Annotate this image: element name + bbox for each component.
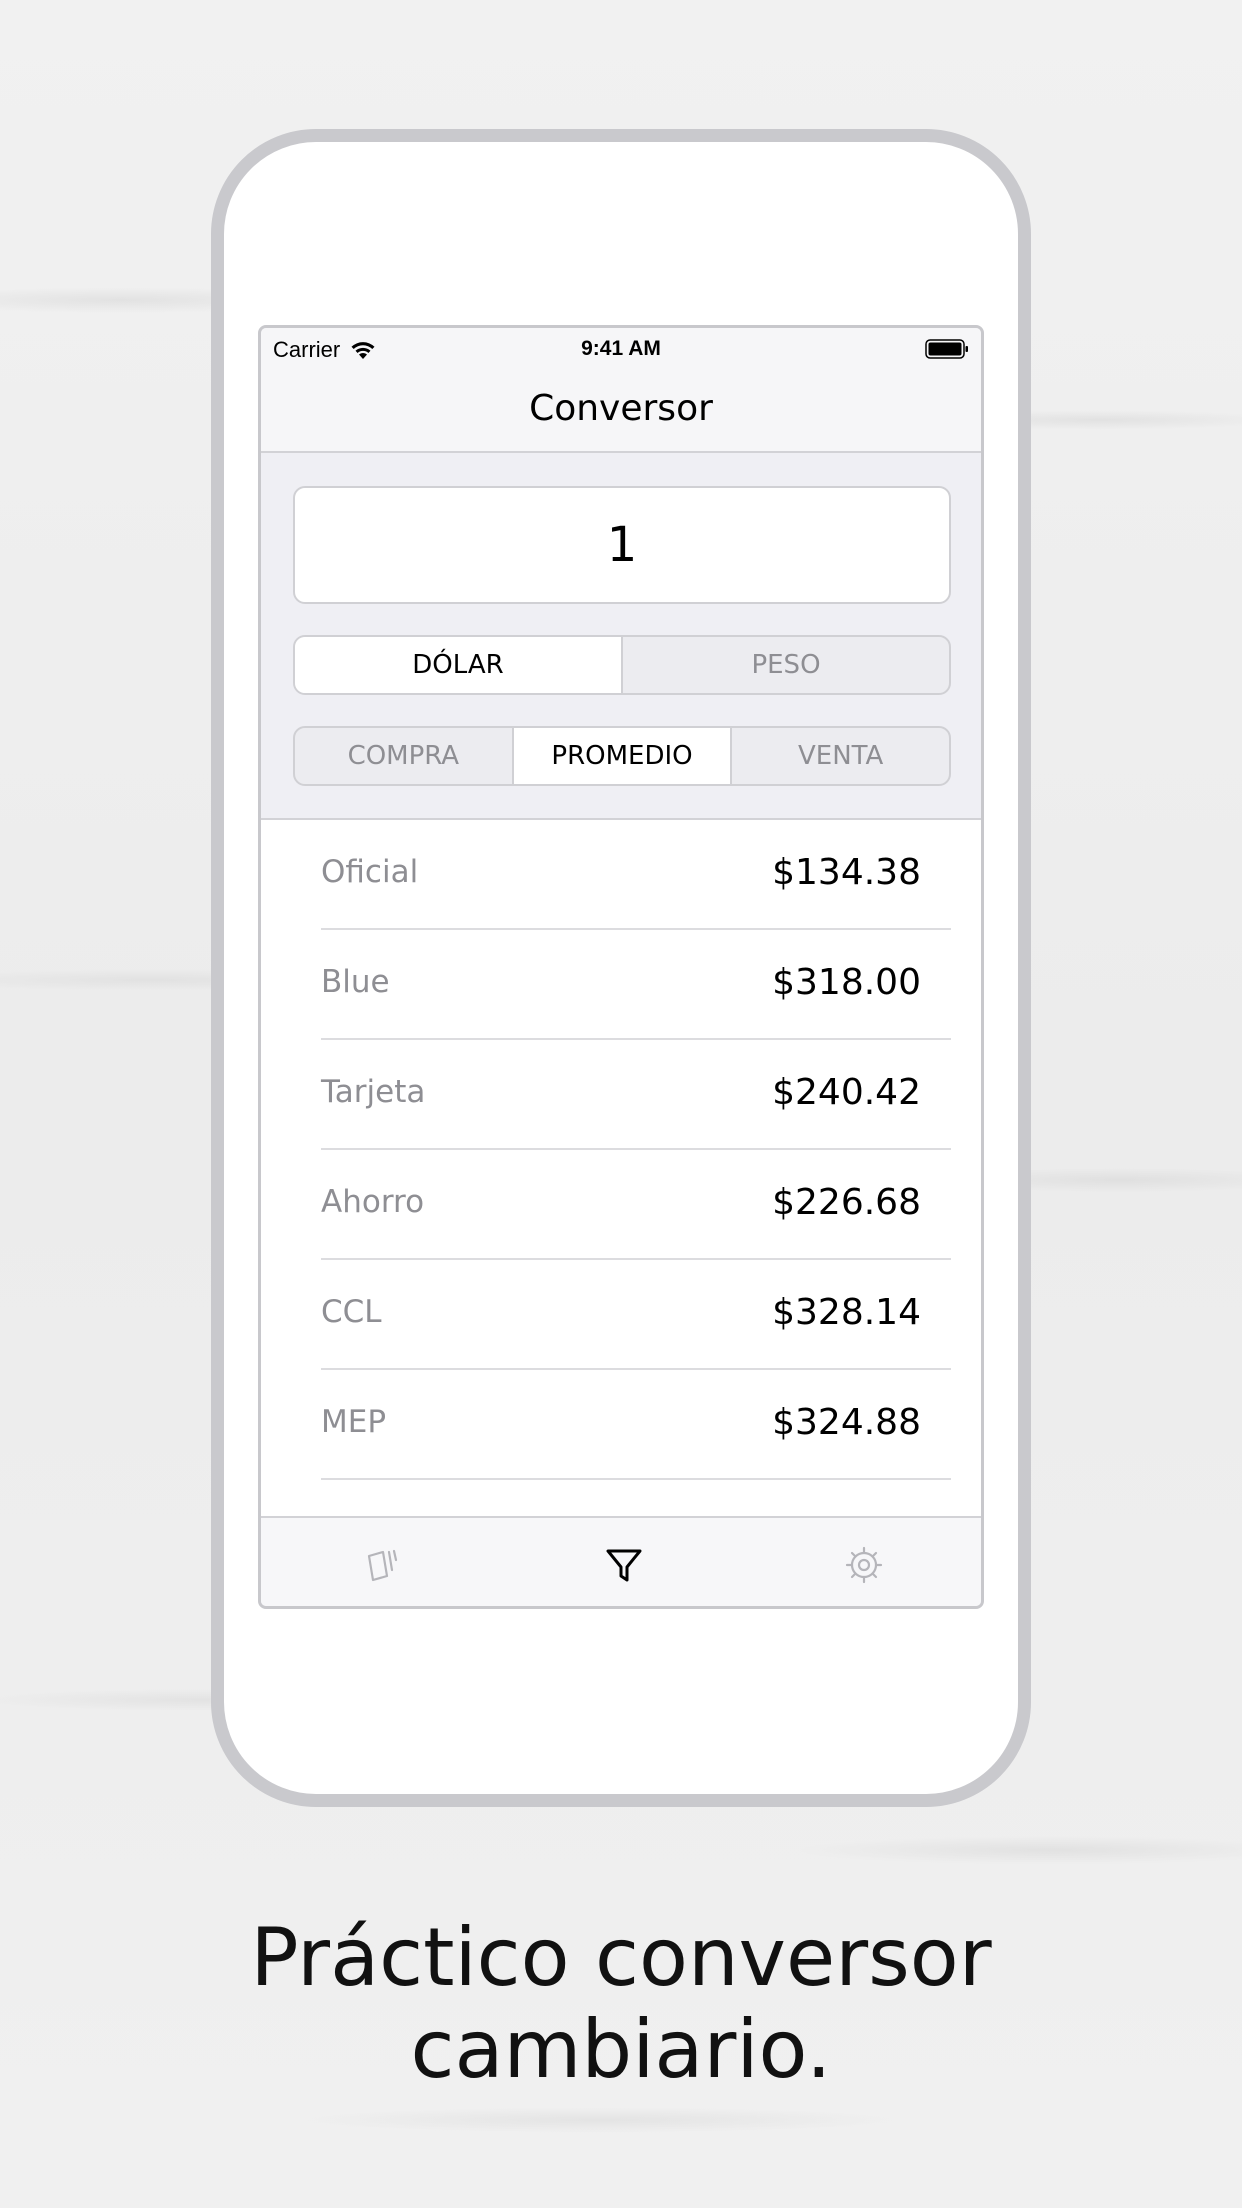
page-title: Conversor bbox=[529, 388, 713, 429]
caption-line-1: Práctico conversor bbox=[250, 1911, 992, 2004]
currency-option-dolar[interactable]: DÓLAR bbox=[295, 637, 623, 693]
navigation-bar: Conversor bbox=[261, 368, 981, 453]
status-bar: Carrier 9:41 AM bbox=[261, 328, 981, 368]
caption-line-2: cambiario. bbox=[410, 2003, 832, 2096]
rate-label: CCL bbox=[321, 1294, 382, 1330]
filter-icon bbox=[606, 1549, 642, 1582]
tab-settings[interactable] bbox=[839, 1540, 889, 1590]
cards-icon bbox=[367, 1549, 398, 1582]
rate-row-ahorro[interactable]: Ahorro $226.68 bbox=[321, 1150, 951, 1260]
status-time: 9:41 AM bbox=[581, 337, 661, 360]
rate-value: $328.14 bbox=[772, 1292, 921, 1333]
rate-row-ccl[interactable]: CCL $328.14 bbox=[321, 1260, 951, 1370]
rate-row-tarjeta[interactable]: Tarjeta $240.42 bbox=[321, 1040, 951, 1150]
rate-value: $240.42 bbox=[772, 1072, 921, 1113]
rate-label: Ahorro bbox=[321, 1184, 425, 1220]
rate-label: MEP bbox=[321, 1404, 387, 1440]
currency-segmented-control: DÓLAR PESO bbox=[293, 635, 951, 695]
rate-option-compra[interactable]: COMPRA bbox=[295, 728, 514, 784]
rate-value: $318.00 bbox=[772, 962, 921, 1003]
tab-filter[interactable] bbox=[599, 1540, 649, 1590]
rate-option-venta[interactable]: VENTA bbox=[732, 728, 949, 784]
amount-input[interactable]: 1 bbox=[293, 486, 951, 604]
rate-label: Blue bbox=[321, 964, 390, 1000]
rate-value: $226.68 bbox=[772, 1182, 921, 1223]
currency-option-peso[interactable]: PESO bbox=[623, 637, 949, 693]
tab-cards[interactable] bbox=[359, 1540, 409, 1590]
promo-caption: Práctico conversor cambiario. bbox=[0, 1912, 1242, 2096]
battery-icon bbox=[925, 339, 968, 359]
rate-option-promedio[interactable]: PROMEDIO bbox=[513, 728, 733, 784]
rates-list: Oficial $134.38 Blue $318.00 Tarjeta $24… bbox=[261, 818, 981, 1516]
rate-value: $324.88 bbox=[772, 1402, 921, 1443]
rate-label: Oficial bbox=[321, 854, 419, 890]
tab-bar bbox=[261, 1516, 981, 1606]
rate-type-segmented-control: COMPRA PROMEDIO VENTA bbox=[293, 726, 951, 786]
rate-label: Tarjeta bbox=[321, 1074, 426, 1110]
rate-row-oficial[interactable]: Oficial $134.38 bbox=[321, 820, 951, 930]
rate-row-mep[interactable]: MEP $324.88 bbox=[321, 1370, 951, 1480]
rate-row-blue[interactable]: Blue $318.00 bbox=[321, 930, 951, 1040]
rate-value: $134.38 bbox=[772, 852, 921, 893]
gear-icon bbox=[845, 1546, 883, 1584]
app-screen: Carrier 9:41 AM Conversor 1 DÓLAR PESO C… bbox=[258, 325, 984, 1609]
